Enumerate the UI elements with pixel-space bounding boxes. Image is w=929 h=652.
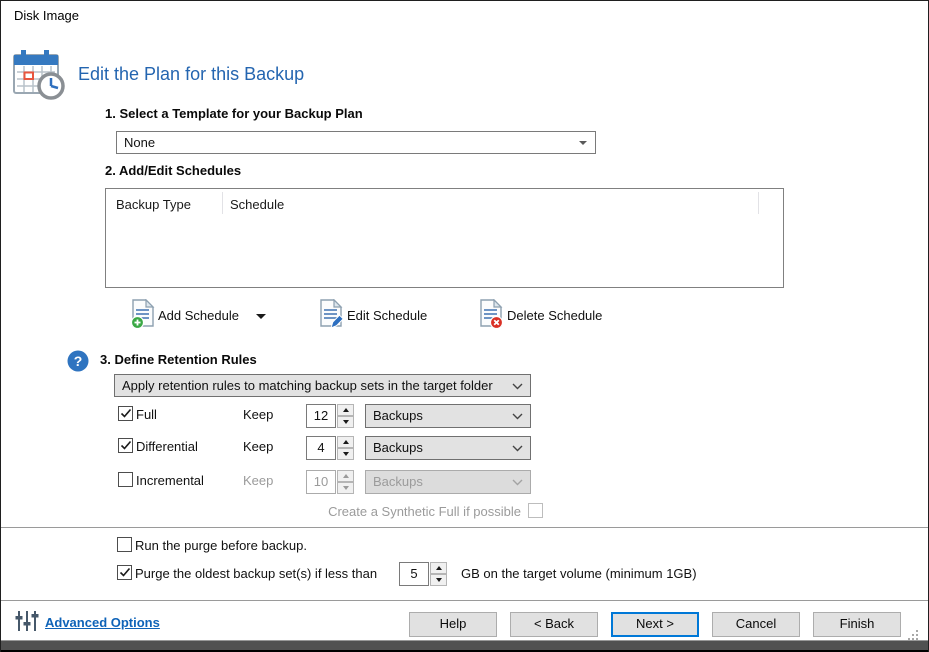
full-unit-dropdown[interactable]: Backups <box>365 404 531 428</box>
document-plus-icon <box>130 298 155 330</box>
svg-text:?: ? <box>74 353 83 369</box>
advanced-options-link[interactable]: Advanced Options <box>45 615 160 630</box>
retention-mode-value: Apply retention rules to matching backup… <box>122 378 493 393</box>
document-delete-icon <box>480 298 504 330</box>
column-header-schedule: Schedule <box>230 197 285 212</box>
cancel-button[interactable]: Cancel <box>712 612 800 637</box>
purge-threshold-suffix: GB on the target volume (minimum 1GB) <box>461 566 697 581</box>
purge-threshold-spinner[interactable]: 5 <box>399 562 447 586</box>
finish-button[interactable]: Finish <box>813 612 901 637</box>
spin-up-button[interactable] <box>430 562 447 574</box>
full-label: Full <box>136 407 157 422</box>
retention-mode-dropdown[interactable]: Apply retention rules to matching backup… <box>114 374 531 397</box>
purge-oldest-checkbox[interactable] <box>117 565 132 580</box>
delete-schedule-label[interactable]: Delete Schedule <box>507 308 602 323</box>
dialog-window: Disk Image Edit the Plan for this Backup… <box>0 0 929 652</box>
column-divider <box>758 192 759 214</box>
back-button[interactable]: < Back <box>510 612 598 637</box>
incremental-keep-label: Keep <box>243 473 274 488</box>
spin-down-button <box>337 482 354 494</box>
sliders-icon <box>13 607 41 638</box>
schedules-list[interactable]: Backup Type Schedule <box>105 188 784 288</box>
page-title: Edit the Plan for this Backup <box>78 64 305 84</box>
next-button[interactable]: Next > <box>611 612 699 637</box>
differential-label: Differential <box>136 439 198 454</box>
synthetic-full-checkbox <box>528 503 543 518</box>
help-question-icon[interactable]: ? <box>67 350 89 375</box>
edit-schedule-button[interactable] <box>318 298 348 332</box>
template-section-heading: 1. Select a Template for your Backup Pla… <box>105 106 363 121</box>
incremental-unit-dropdown: Backups <box>365 470 531 494</box>
spin-up-button[interactable] <box>337 404 354 416</box>
window-bottom-edge <box>1 640 928 652</box>
chevron-down-icon <box>512 383 523 390</box>
full-keep-spinner[interactable]: 12 <box>306 404 354 428</box>
schedules-section-heading: 2. Add/Edit Schedules <box>105 163 242 178</box>
calendar-clock-icon <box>11 48 69 103</box>
run-purge-checkbox[interactable] <box>117 537 132 552</box>
full-checkbox[interactable] <box>118 406 133 421</box>
spin-down-button[interactable] <box>337 416 354 428</box>
edit-schedule-label[interactable]: Edit Schedule <box>347 308 427 323</box>
run-purge-label: Run the purge before backup. <box>135 538 308 553</box>
chevron-down-icon <box>512 413 523 420</box>
differential-keep-spinner[interactable]: 4 <box>306 436 354 460</box>
incremental-keep-spinner: 10 <box>306 470 354 494</box>
add-schedule-dropdown-arrow-icon[interactable] <box>256 314 266 319</box>
purge-oldest-label: Purge the oldest backup set(s) if less t… <box>135 566 378 581</box>
differential-unit-dropdown[interactable]: Backups <box>365 436 531 460</box>
separator <box>1 527 928 528</box>
window-title: Disk Image <box>14 8 80 23</box>
delete-schedule-button[interactable] <box>478 298 506 332</box>
differential-keep-label: Keep <box>243 439 274 454</box>
column-header-backup-type: Backup Type <box>116 197 191 212</box>
add-schedule-button[interactable] <box>130 298 156 332</box>
spin-down-button[interactable] <box>430 574 447 586</box>
synthetic-full-label: Create a Synthetic Full if possible <box>328 504 521 519</box>
template-dropdown[interactable]: None <box>116 131 596 154</box>
differential-checkbox[interactable] <box>118 438 133 453</box>
retention-section-heading: 3. Define Retention Rules <box>100 352 257 367</box>
full-keep-label: Keep <box>243 407 274 422</box>
column-divider <box>222 192 223 214</box>
spin-up-button[interactable] <box>337 436 354 448</box>
spin-down-button[interactable] <box>337 448 354 460</box>
incremental-checkbox[interactable] <box>118 472 133 487</box>
chevron-down-icon <box>579 141 587 145</box>
document-pencil-icon <box>320 298 344 329</box>
separator <box>1 600 928 601</box>
incremental-label: Incremental <box>136 473 204 488</box>
spin-up-button <box>337 470 354 482</box>
chevron-down-icon <box>512 445 523 452</box>
template-dropdown-value: None <box>124 135 156 150</box>
chevron-down-icon <box>512 479 523 486</box>
help-button[interactable]: Help <box>409 612 497 637</box>
add-schedule-label[interactable]: Add Schedule <box>158 308 239 323</box>
